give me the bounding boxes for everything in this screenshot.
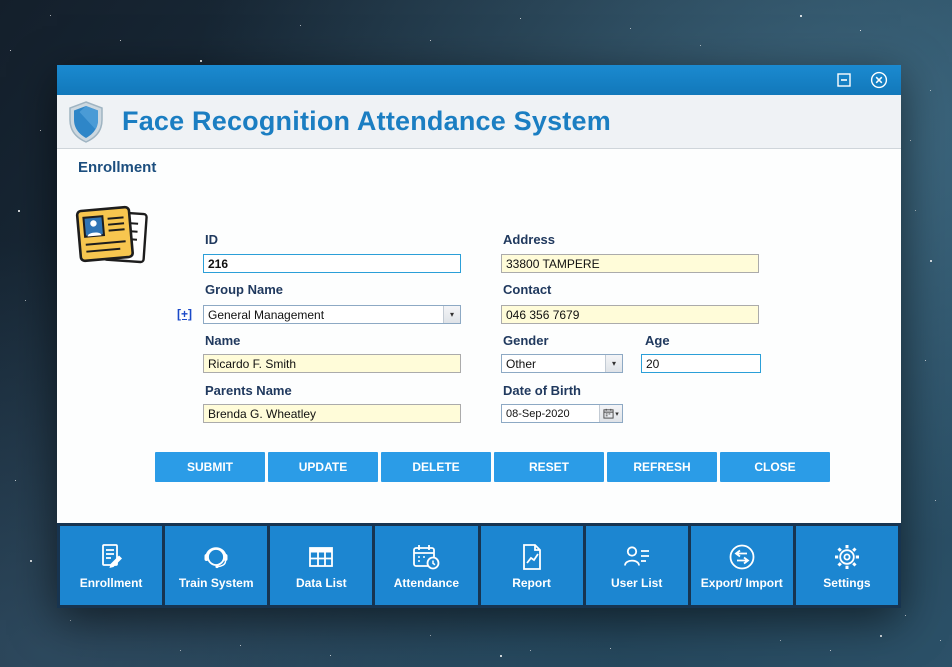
minimize-button[interactable] (835, 71, 853, 89)
name-input[interactable] (203, 354, 461, 373)
close-button[interactable] (870, 71, 888, 89)
nav-label: Settings (823, 576, 871, 590)
nav-item-settings[interactable]: Settings (795, 526, 898, 605)
close-form-button[interactable]: CLOSE (720, 452, 830, 482)
nav-item-data-list[interactable]: Data List (270, 526, 373, 605)
age-input[interactable] (641, 354, 761, 373)
attendance-icon (413, 545, 440, 570)
group-name-label: Group Name (205, 282, 284, 297)
nav-item-report[interactable]: Report (480, 526, 583, 605)
bottom-navigation: Enrollment Train System Data List Attend… (57, 523, 901, 608)
nav-item-train-system[interactable]: Train System (165, 526, 268, 605)
submit-button[interactable]: SUBMIT (155, 452, 265, 482)
app-title: Face Recognition Attendance System (122, 106, 611, 136)
id-input[interactable] (203, 254, 461, 273)
group-name-select[interactable]: General Management ▾ (203, 305, 461, 324)
enrollment-icon (102, 544, 123, 568)
dob-picker[interactable]: 08-Sep-2020 ▾ (501, 404, 623, 423)
titlebar (57, 65, 901, 95)
nav-label: User List (611, 576, 663, 590)
chevron-down-icon: ▾ (443, 306, 460, 323)
section-title: Enrollment (78, 159, 157, 176)
chevron-down-icon: ▾ (605, 355, 622, 372)
age-label: Age (645, 333, 670, 348)
nav-label: Train System (178, 576, 254, 590)
export-import-icon (729, 544, 755, 570)
nav-label: Export/ Import (700, 576, 783, 590)
nav-label: Report (512, 576, 551, 590)
enrollment-panel: Enrollment ID Address (57, 149, 901, 523)
nav-label: Attendance (393, 576, 460, 590)
gender-value: Other (506, 356, 537, 371)
close-icon (870, 71, 888, 89)
nav-label: Enrollment (79, 576, 143, 590)
dob-label: Date of Birth (503, 383, 581, 398)
delete-button[interactable]: DELETE (381, 452, 491, 482)
name-label: Name (205, 333, 241, 348)
settings-icon (834, 545, 859, 569)
data-list-icon (309, 547, 334, 567)
contact-label: Contact (503, 282, 552, 297)
group-name-value: General Management (208, 307, 325, 322)
app-window: Face Recognition Attendance System Enrol… (57, 65, 901, 608)
nav-item-export-import[interactable]: Export/ Import (690, 526, 793, 605)
address-label: Address (503, 232, 556, 247)
shield-logo-icon (69, 100, 103, 143)
nav-item-enrollment[interactable]: Enrollment (60, 526, 163, 605)
report-icon (522, 544, 541, 570)
calendar-icon: ▾ (599, 405, 622, 422)
gender-label: Gender (503, 333, 549, 348)
id-label: ID (205, 232, 218, 247)
app-header: Face Recognition Attendance System (57, 95, 901, 149)
contact-input[interactable] (501, 305, 759, 324)
reset-button[interactable]: RESET (494, 452, 604, 482)
nav-item-user-list[interactable]: User List (585, 526, 688, 605)
nav-item-attendance[interactable]: Attendance (375, 526, 478, 605)
nav-label: Data List (295, 576, 347, 590)
update-button[interactable]: UPDATE (268, 452, 378, 482)
titlebar-buttons (835, 65, 888, 95)
train-system-icon (204, 547, 228, 569)
user-list-icon (623, 546, 649, 566)
dob-value: 08-Sep-2020 (506, 407, 570, 420)
minimize-icon (837, 73, 851, 87)
desktop-background: Face Recognition Attendance System Enrol… (0, 0, 952, 667)
parents-name-label: Parents Name (205, 383, 292, 398)
add-group-link[interactable]: [+] (177, 307, 192, 321)
gender-select[interactable]: Other ▾ (501, 354, 623, 373)
stars-decoration-large (0, 0, 2, 2)
enrollment-card-icon (75, 205, 148, 264)
refresh-button[interactable]: REFRESH (607, 452, 717, 482)
address-input[interactable] (501, 254, 759, 273)
parents-name-input[interactable] (203, 404, 461, 423)
